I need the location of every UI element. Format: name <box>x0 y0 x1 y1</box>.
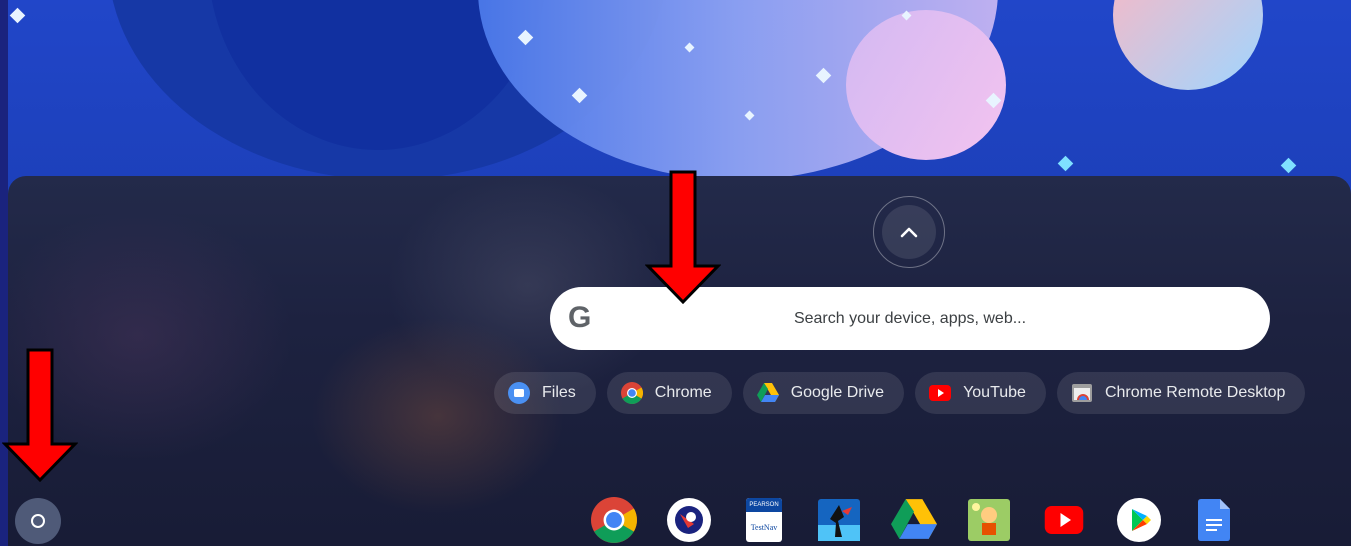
character-game-icon <box>968 499 1010 541</box>
pearson-testnav-icon: PEARSON TestNav <box>746 498 782 542</box>
suggested-apps: Files Chrome Google Drive YouTube Chrome… <box>494 372 1306 414</box>
annotation-arrow-launcher <box>2 348 78 482</box>
suggested-app-chrome-remote-desktop[interactable]: Chrome Remote Desktop <box>1056 372 1306 414</box>
suggested-app-label: Google Drive <box>790 384 885 401</box>
pearson-label: PEARSON <box>746 498 782 512</box>
youtube-icon <box>1044 506 1084 534</box>
shelf-app-circle[interactable] <box>665 496 713 544</box>
google-g-icon: G <box>568 301 592 334</box>
suggested-app-label: Chrome Remote Desktop <box>1104 384 1286 401</box>
shelf-app-game[interactable] <box>815 496 863 544</box>
suggested-app-label: Files <box>542 384 576 401</box>
app-circle-icon <box>667 498 711 542</box>
shelf-app-google-docs[interactable] <box>1190 496 1238 544</box>
shelf-app-chrome[interactable] <box>590 496 638 544</box>
launcher-circle-icon <box>31 514 45 528</box>
youtube-icon <box>929 382 952 404</box>
search-placeholder: Search your device, apps, web... <box>793 309 1027 327</box>
files-icon <box>508 382 530 404</box>
google-docs-icon <box>1198 499 1230 541</box>
suggested-app-label: YouTube <box>963 384 1026 401</box>
shelf-app-google-drive[interactable] <box>890 496 938 544</box>
testnav-label: TestNav <box>750 522 778 532</box>
suggested-app-label: Chrome <box>654 384 712 401</box>
shelf: PEARSON TestNav <box>590 496 1265 544</box>
suggested-app-chrome[interactable]: Chrome <box>606 372 732 414</box>
suggested-app-youtube[interactable]: YouTube <box>915 372 1046 414</box>
game-icon <box>818 499 860 541</box>
google-drive-icon <box>756 382 779 404</box>
annotation-arrow-search <box>645 170 721 304</box>
suggested-app-files[interactable]: Files <box>494 372 596 414</box>
expand-launcher-button[interactable] <box>873 196 945 268</box>
shelf-app-pearson-testnav[interactable]: PEARSON TestNav <box>740 496 788 544</box>
play-store-icon <box>1117 498 1161 542</box>
chrome-icon <box>591 497 637 543</box>
shelf-app-play-store[interactable] <box>1115 496 1163 544</box>
chrome-icon <box>620 382 643 404</box>
chevron-up-icon <box>900 227 918 238</box>
chromeos-screen: G Search your device, apps, web... Files… <box>0 0 1351 546</box>
shelf-app-character-game[interactable] <box>965 496 1013 544</box>
suggested-app-google-drive[interactable]: Google Drive <box>742 372 905 414</box>
google-drive-icon <box>891 499 937 539</box>
shelf-app-youtube[interactable] <box>1040 496 1088 544</box>
launcher-button[interactable] <box>15 498 61 544</box>
chrome-remote-desktop-icon <box>1071 382 1093 404</box>
